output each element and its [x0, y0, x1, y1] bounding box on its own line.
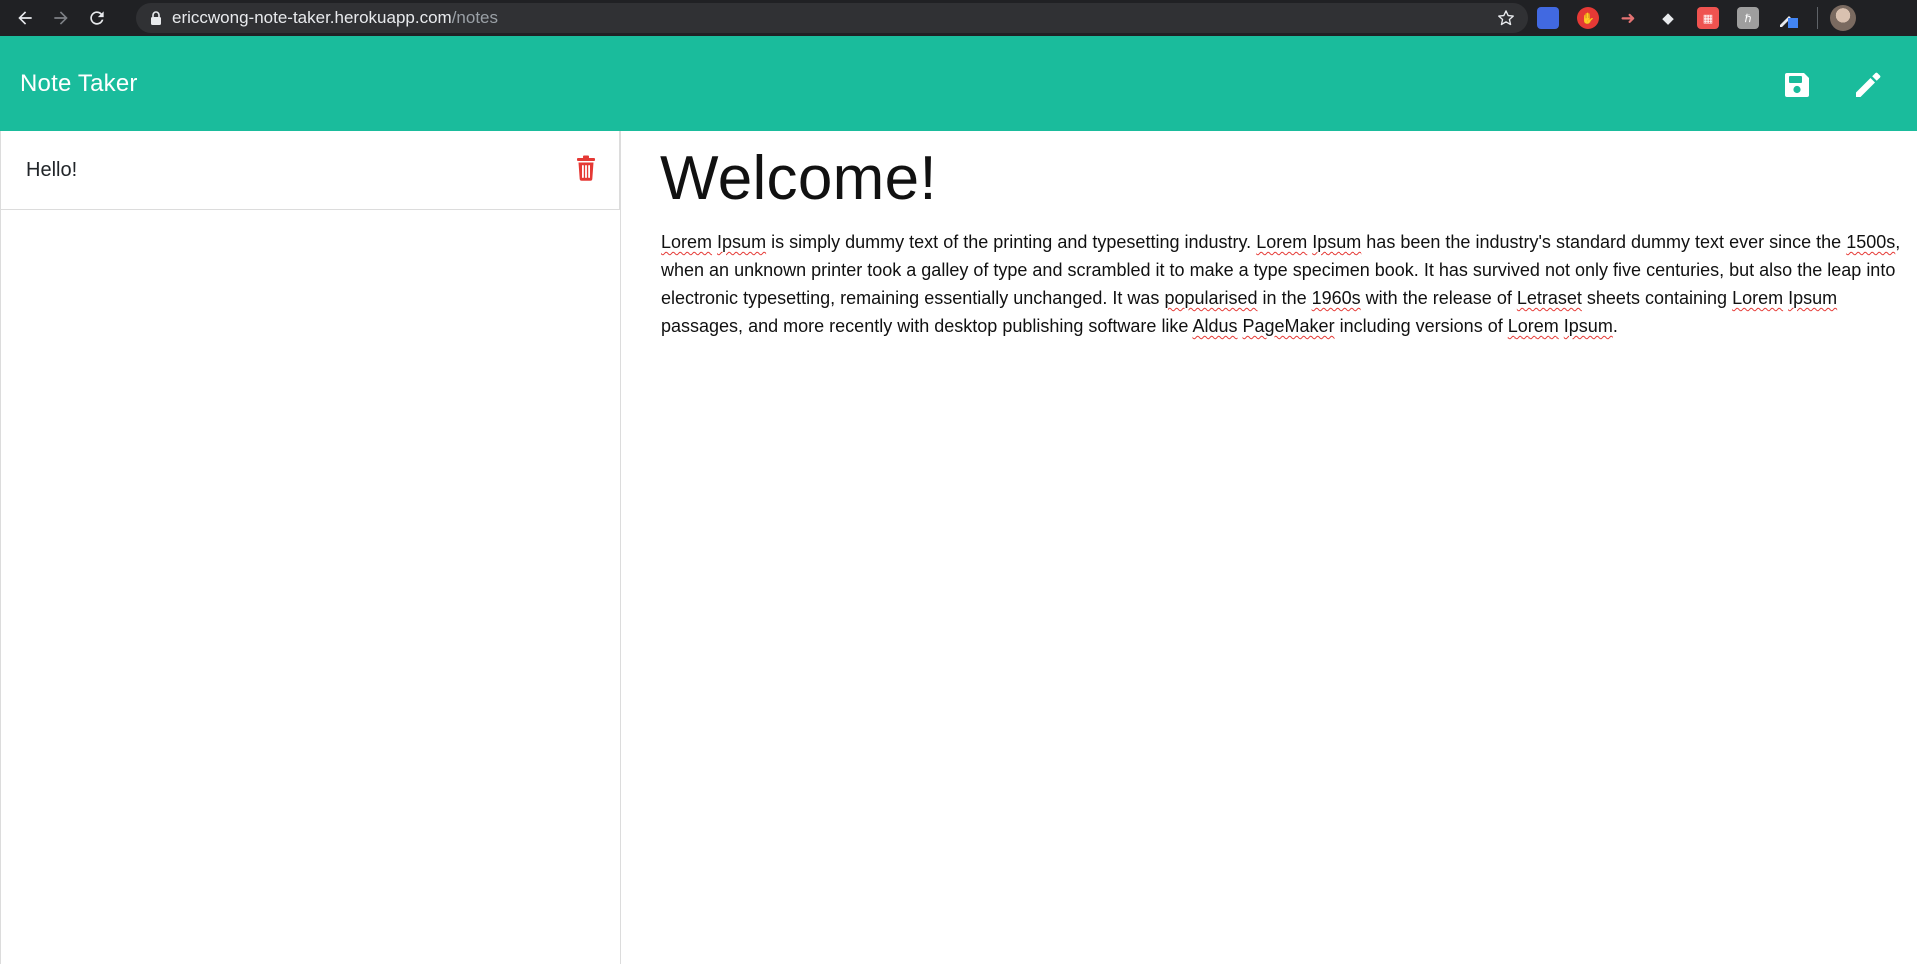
spellcheck-word: PageMaker: [1242, 316, 1335, 336]
spellcheck-word: Lorem: [1507, 316, 1559, 336]
app-title[interactable]: Note Taker: [20, 70, 138, 98]
extension-tag-icon[interactable]: ◆: [1657, 7, 1679, 29]
pencil-icon[interactable]: [1851, 69, 1883, 101]
spellcheck-word: Letraset: [1516, 288, 1582, 308]
profile-avatar[interactable]: [1830, 5, 1856, 31]
spellcheck-word: Lorem: [1256, 232, 1308, 252]
extension-pen-icon[interactable]: [1777, 7, 1799, 29]
notes-sidebar: Hello!: [0, 131, 621, 964]
url-host: ericcwong-note-taker.herokuapp.com: [172, 8, 452, 27]
spellcheck-word: Ipsum: [1312, 232, 1362, 252]
back-icon[interactable]: [9, 2, 41, 34]
note-list-title: Hello!: [26, 158, 78, 181]
spellcheck-word: Aldus: [1192, 316, 1238, 336]
reload-icon[interactable]: [81, 2, 113, 34]
note-textarea[interactable]: Lorem Ipsum is simply dummy text of the …: [661, 228, 1906, 340]
extension-arrow-icon[interactable]: ➜: [1617, 7, 1639, 29]
extension-gray-icon[interactable]: ℏ: [1737, 7, 1759, 29]
note-editor: Welcome! Lorem Ipsum is simply dummy tex…: [622, 131, 1917, 964]
extension-blue-icon[interactable]: [1537, 7, 1559, 29]
spellcheck-word: 1500s: [1846, 232, 1896, 252]
spellcheck-word: Lorem: [1732, 288, 1784, 308]
spellcheck-word: popularised: [1164, 288, 1258, 308]
toolbar-separator: [1817, 7, 1818, 29]
lock-icon: [150, 11, 162, 25]
url-path: /notes: [451, 8, 499, 27]
trash-icon[interactable]: [576, 155, 596, 181]
spellcheck-word: Ipsum: [1563, 316, 1613, 336]
spellcheck-word: Ipsum: [717, 232, 767, 252]
extensions-bar: ✋ ➜ ◆ ▦ ℏ: [1537, 0, 1856, 36]
app-header: Note Taker: [0, 36, 1917, 131]
extension-calendar-icon[interactable]: ▦: [1697, 7, 1719, 29]
note-title-input[interactable]: Welcome!: [660, 144, 937, 213]
spellcheck-word: 1960s: [1311, 288, 1361, 308]
spellcheck-word: Lorem: [661, 232, 713, 252]
save-icon[interactable]: [1781, 69, 1813, 101]
spellcheck-word: Ipsum: [1788, 288, 1838, 308]
extension-hand-icon[interactable]: ✋: [1577, 7, 1599, 29]
star-icon[interactable]: [1496, 8, 1516, 33]
url-text[interactable]: ericcwong-note-taker.herokuapp.com/notes: [172, 8, 498, 28]
browser-toolbar: ericcwong-note-taker.herokuapp.com/notes…: [0, 0, 1917, 36]
forward-icon[interactable]: [45, 2, 77, 34]
list-item[interactable]: Hello!: [1, 131, 620, 210]
address-bar[interactable]: ericcwong-note-taker.herokuapp.com/notes: [136, 3, 1528, 33]
